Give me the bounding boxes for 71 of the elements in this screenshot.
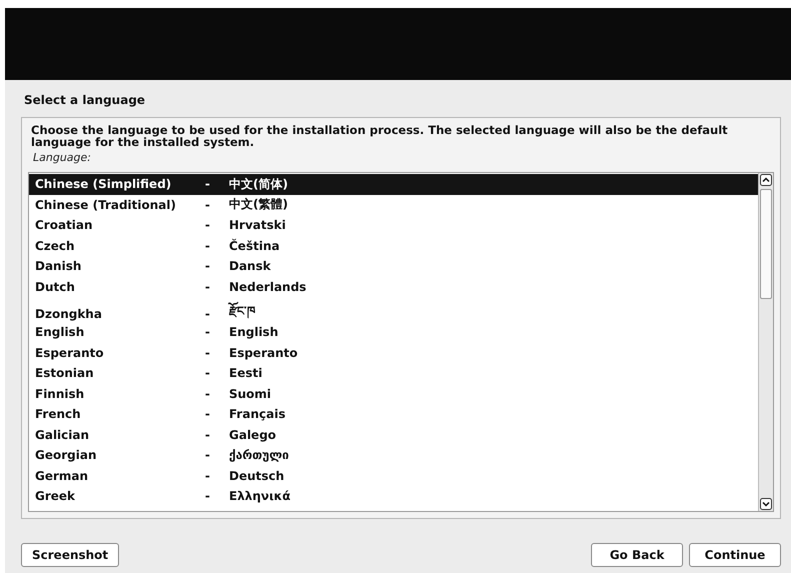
separator: - xyxy=(205,307,211,321)
language-name: German xyxy=(35,468,90,483)
separator: - xyxy=(205,177,211,192)
separator: - xyxy=(205,238,211,253)
separator: - xyxy=(205,428,211,442)
language-row[interactable]: Chinese (Simplified) - 中文(简体) xyxy=(29,174,758,194)
separator: - xyxy=(205,366,211,380)
language-row[interactable]: Chinese (Traditional) - 中文(繁體) xyxy=(29,194,758,215)
language-row[interactable]: Greek - Ελληνικά xyxy=(29,486,758,506)
native-name: Deutsch xyxy=(229,468,286,483)
language-name: English xyxy=(35,325,86,340)
language-name: French xyxy=(35,407,82,422)
language-name: Czech xyxy=(35,238,76,253)
separator: - xyxy=(205,325,211,340)
scroll-thumb[interactable] xyxy=(760,189,772,299)
language-name: Danish xyxy=(35,259,82,274)
language-row[interactable]: Dutch - Nederlands xyxy=(29,276,758,297)
language-row[interactable]: French - Français xyxy=(29,404,758,424)
native-name: Esperanto xyxy=(229,346,299,360)
native-name: Suomi xyxy=(229,386,272,401)
native-name: Français xyxy=(229,407,286,422)
language-name: Dzongkha xyxy=(35,307,103,321)
screenshot-button[interactable]: Screenshot xyxy=(21,543,120,567)
back-button[interactable]: Go Back xyxy=(591,543,683,567)
language-name: Georgian xyxy=(35,448,98,462)
native-name: 中文(繁體) xyxy=(229,196,289,214)
native-name: Eesti xyxy=(229,366,264,380)
language-name: Chinese (Traditional) xyxy=(35,198,178,212)
continue-button[interactable]: Continue xyxy=(689,543,781,567)
language-name: Finnish xyxy=(35,386,86,401)
list-label: Language: xyxy=(33,151,92,164)
scroll-up-icon[interactable] xyxy=(760,174,772,186)
separator: - xyxy=(205,198,211,212)
separator: - xyxy=(205,386,211,401)
native-name: 中文(简体) xyxy=(229,176,289,193)
language-name: Dutch xyxy=(35,280,76,294)
native-name: ქართული xyxy=(229,448,290,462)
native-name: Hrvatski xyxy=(229,218,287,232)
native-name: Dansk xyxy=(229,259,272,274)
separator: - xyxy=(205,407,211,422)
language-row[interactable]: Esperanto - Esperanto xyxy=(29,342,758,363)
page-title: Select a language xyxy=(24,93,146,107)
language-name: Esperanto xyxy=(35,346,105,360)
native-name: Galego xyxy=(229,428,278,442)
language-name: Greek xyxy=(35,489,76,504)
language-row[interactable]: Georgian - ქართული xyxy=(29,445,758,466)
scroll-down-icon[interactable] xyxy=(760,498,772,510)
separator: - xyxy=(205,468,211,483)
language-row[interactable]: Galician - Galego xyxy=(29,424,758,445)
separator: - xyxy=(205,489,211,504)
native-name: Nederlands xyxy=(229,280,308,294)
separator: - xyxy=(205,448,211,462)
native-name: Ελληνικά xyxy=(229,489,292,504)
instructions: Choose the language to be used for the installation process. The selected language will also be the default language for the installed system. xyxy=(31,124,729,148)
native-name: Čeština xyxy=(229,238,281,253)
language-name: Croatian xyxy=(35,218,94,232)
separator: - xyxy=(205,218,211,232)
separator: - xyxy=(205,259,211,274)
language-row[interactable]: Croatian - Hrvatski xyxy=(29,215,758,236)
separator: - xyxy=(205,280,211,294)
language-row[interactable]: Czech - Čeština xyxy=(29,236,758,256)
scrollbar[interactable] xyxy=(758,173,773,511)
language-row[interactable]: Dzongkha - རྫོང་ཁ xyxy=(29,297,758,322)
language-name: Galician xyxy=(35,428,90,442)
separator: - xyxy=(205,346,211,360)
language-row[interactable]: Estonian - Eesti xyxy=(29,363,758,384)
language-row[interactable]: Finnish - Suomi xyxy=(29,384,758,404)
language-name: Chinese (Simplified) xyxy=(35,177,172,192)
language-row[interactable]: German - Deutsch xyxy=(29,466,758,486)
language-name: Estonian xyxy=(35,366,95,380)
language-row[interactable]: Danish - Dansk xyxy=(29,256,758,276)
